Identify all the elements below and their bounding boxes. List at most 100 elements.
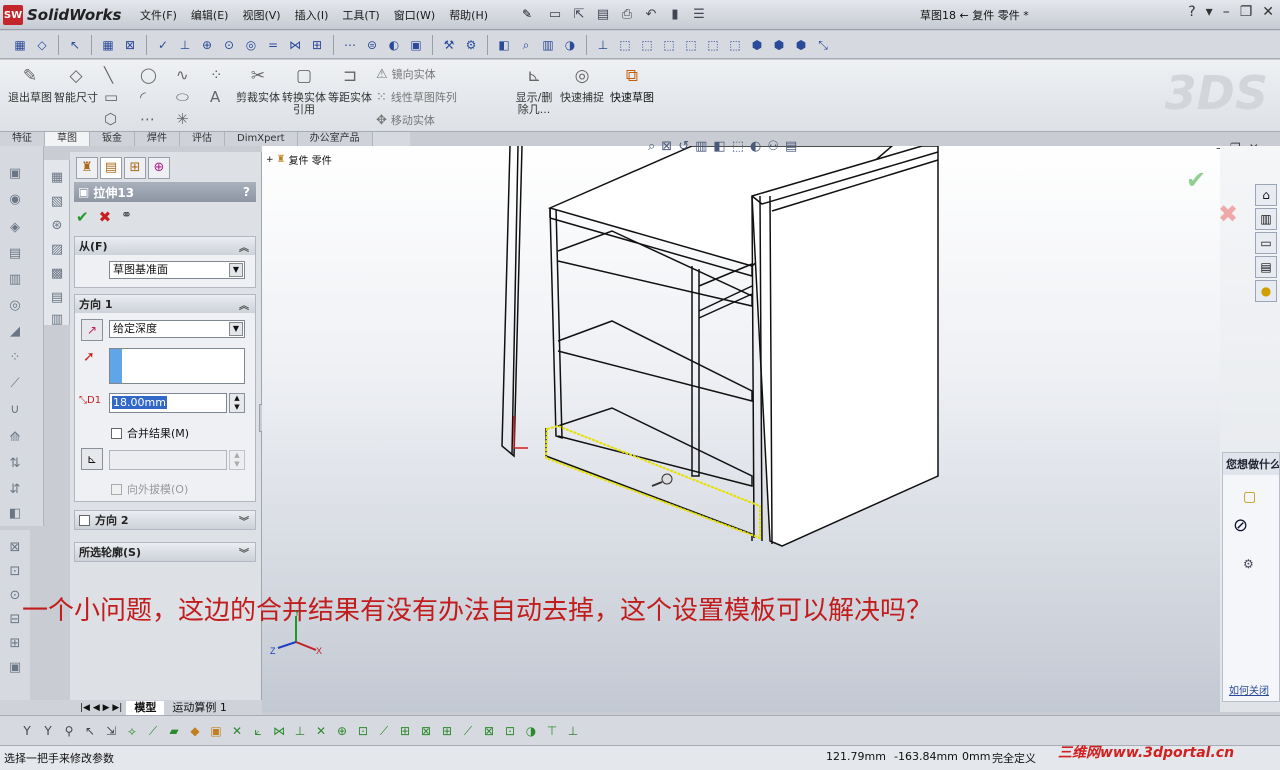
tab-scroll-arrows-icon[interactable]: |◀ ◀ ▶ ▶|	[80, 703, 122, 713]
merge-icon[interactable]: ⊞	[307, 35, 327, 55]
split-line-icon[interactable]: ▥	[48, 312, 66, 327]
zoom-area-icon[interactable]: ⊠	[661, 139, 672, 154]
move-entities-button[interactable]: ✥ 移动实体	[376, 112, 435, 128]
depth-input[interactable]: 18.00mm	[109, 393, 227, 413]
axis-icon[interactable]: ▧	[48, 194, 66, 209]
view-bottom-icon[interactable]: ⬚	[725, 35, 745, 55]
fix-icon[interactable]: ⊕	[197, 35, 217, 55]
mate-ref-icon[interactable]: ▩	[48, 266, 66, 281]
tab-sketch[interactable]: 草图	[45, 132, 90, 146]
appearances-icon[interactable]: ●	[1255, 280, 1277, 302]
filter-sketch-segment-icon[interactable]: ⊥	[291, 722, 309, 740]
filter-dimension-icon[interactable]: ⊡	[354, 722, 372, 740]
linear-pattern-button[interactable]: ⁙ 线性草图阵列	[376, 89, 457, 105]
filter-midpoint-icon[interactable]: ✕	[312, 722, 330, 740]
filter-cosmetic-thread-icon[interactable]: ⊡	[501, 722, 519, 740]
polygon-icon[interactable]: ⬡	[104, 110, 117, 128]
fillet-icon[interactable]: ◢	[6, 324, 24, 339]
zoom-icon[interactable]: ⌕	[516, 35, 536, 55]
coincident-icon[interactable]: ⊙	[219, 35, 239, 55]
section-icon[interactable]: ▥	[538, 35, 558, 55]
display-relations-icon[interactable]: ⋯	[340, 35, 360, 55]
hint-close-link[interactable]: 如何关闭	[1229, 682, 1269, 697]
point-grid-icon[interactable]: ⁘	[210, 66, 223, 84]
sketch-icon[interactable]: ▦	[10, 35, 30, 55]
instant-3d-icon[interactable]: ⊡	[6, 564, 24, 579]
block-icon[interactable]: ⊞	[6, 636, 24, 651]
line-icon[interactable]: ╲	[104, 66, 113, 84]
point-ref-icon[interactable]: ▨	[48, 242, 66, 257]
view-right-icon[interactable]: ⬚	[681, 35, 701, 55]
section-view-icon[interactable]: ▥	[695, 139, 707, 154]
help-icon[interactable]: ?	[1188, 4, 1195, 20]
relation-icon[interactable]: ⊥	[175, 35, 195, 55]
from-group-header[interactable]: 从(F) ︽	[75, 237, 255, 255]
previous-view-icon[interactable]: ↺	[678, 139, 689, 154]
repair-icon[interactable]: ▣	[406, 35, 426, 55]
display-delete-relations-button[interactable]: ⊾ 显示/删除几...	[512, 68, 556, 116]
filter-dowel-icon[interactable]: ⊤	[543, 722, 561, 740]
save-icon[interactable]: ▤	[593, 5, 613, 25]
rapid-sketch-button[interactable]: ⧉ 快速草图	[610, 68, 654, 104]
collapse-chevron-icon[interactable]: ︽	[239, 239, 249, 254]
sketch-3d-icon[interactable]: ⊠	[6, 540, 24, 555]
filter-center-line-icon[interactable]: ⊥	[564, 722, 582, 740]
constraint-icon[interactable]: ⚙	[461, 35, 481, 55]
hint-sketch-icon[interactable]: ⊘	[1233, 515, 1248, 536]
normal-to-icon[interactable]: ⊥	[593, 35, 613, 55]
tab-features[interactable]: 特征	[0, 132, 45, 146]
ok-check-icon[interactable]: ✔	[76, 208, 89, 226]
cut-extrude-icon[interactable]: ▥	[6, 272, 24, 287]
menu-view[interactable]: 视图(V)	[242, 7, 280, 23]
solidworks-logo[interactable]: SW SolidWorks	[3, 4, 121, 26]
filter-toggle-icon[interactable]: Y	[18, 722, 36, 740]
convert-entities-button[interactable]: ▢ 转换实体引用	[282, 68, 326, 116]
display-style-icon[interactable]: ⬚	[732, 139, 744, 154]
confirm-cancel-icon[interactable]: ✖	[1218, 200, 1238, 228]
filter-face-icon[interactable]: ▰	[165, 722, 183, 740]
sweep-icon[interactable]: ◈	[6, 220, 24, 235]
expand-chevron-icon[interactable]: ︾	[239, 513, 249, 528]
filter-select-all-icon[interactable]: ⚲	[60, 722, 78, 740]
merge-result-checkbox[interactable]: 合并结果(M)	[111, 425, 189, 441]
filter-surface-finish-icon[interactable]: ⟋	[375, 722, 393, 740]
filter-datum-target-icon[interactable]: ⊠	[480, 722, 498, 740]
design-library-icon[interactable]: ▥	[1255, 208, 1277, 230]
view-front-icon[interactable]: ⬚	[615, 35, 635, 55]
equal-icon[interactable]: =	[263, 35, 283, 55]
curve-icon[interactable]: ▤	[48, 290, 66, 305]
rebuild-icon[interactable]: ▮	[665, 5, 685, 25]
edit-appearance-icon[interactable]: ⚇	[767, 139, 779, 154]
zoom-to-fit-icon[interactable]: ⌕	[648, 139, 655, 154]
hint-smart-dim-icon[interactable]: ⚙	[1243, 557, 1254, 571]
menu-insert[interactable]: 插入(I)	[295, 7, 329, 23]
direction1-group-header[interactable]: 方向 1 ︽	[75, 295, 255, 313]
selected-contours-header[interactable]: 所选轮廓(S) ︾	[75, 543, 255, 561]
measure-icon[interactable]: ⤡	[813, 35, 833, 55]
minimize-button[interactable]: –	[1223, 4, 1230, 20]
offset-entities-button[interactable]: ⊐ 等距实体	[328, 68, 372, 104]
check-sketch-icon[interactable]: ◐	[384, 35, 404, 55]
quick-snaps-button[interactable]: ◎ 快速捕捉	[560, 68, 604, 104]
filter-center-mark-icon[interactable]: ⊕	[333, 722, 351, 740]
tab-model[interactable]: 模型	[126, 700, 165, 715]
scan-icon[interactable]: ⊜	[362, 35, 382, 55]
select-arrow-icon[interactable]: ↖	[65, 35, 85, 55]
filter-geometric-tol-icon[interactable]: ⊞	[396, 722, 414, 740]
depth-spinner[interactable]: ▲ ▼	[229, 393, 245, 413]
file-explorer-icon[interactable]: ▭	[1255, 232, 1277, 254]
filter-clear-icon[interactable]: Y	[39, 722, 57, 740]
select-filter-icon[interactable]: ⇲	[102, 722, 120, 740]
reverse-direction-button[interactable]: ↗	[81, 319, 103, 341]
filter-sketch-point-icon[interactable]: ⋈	[270, 722, 288, 740]
centerline-icon[interactable]: ⋯	[140, 110, 155, 128]
library-icon[interactable]: ▣	[6, 660, 24, 675]
exit-sketch-button[interactable]: ✎ 退出草图	[8, 68, 52, 104]
grid-icon[interactable]: ▦	[98, 35, 118, 55]
filter-weld-icon[interactable]: ⟋	[459, 722, 477, 740]
rib-icon[interactable]: ⟋	[6, 376, 24, 391]
tab-weldments[interactable]: 焊件	[135, 132, 180, 146]
mirror-entities-button[interactable]: ⚠ 镜向实体	[376, 66, 436, 82]
plane-icon[interactable]: ▦	[48, 170, 66, 185]
filter-block-icon[interactable]: ◑	[522, 722, 540, 740]
